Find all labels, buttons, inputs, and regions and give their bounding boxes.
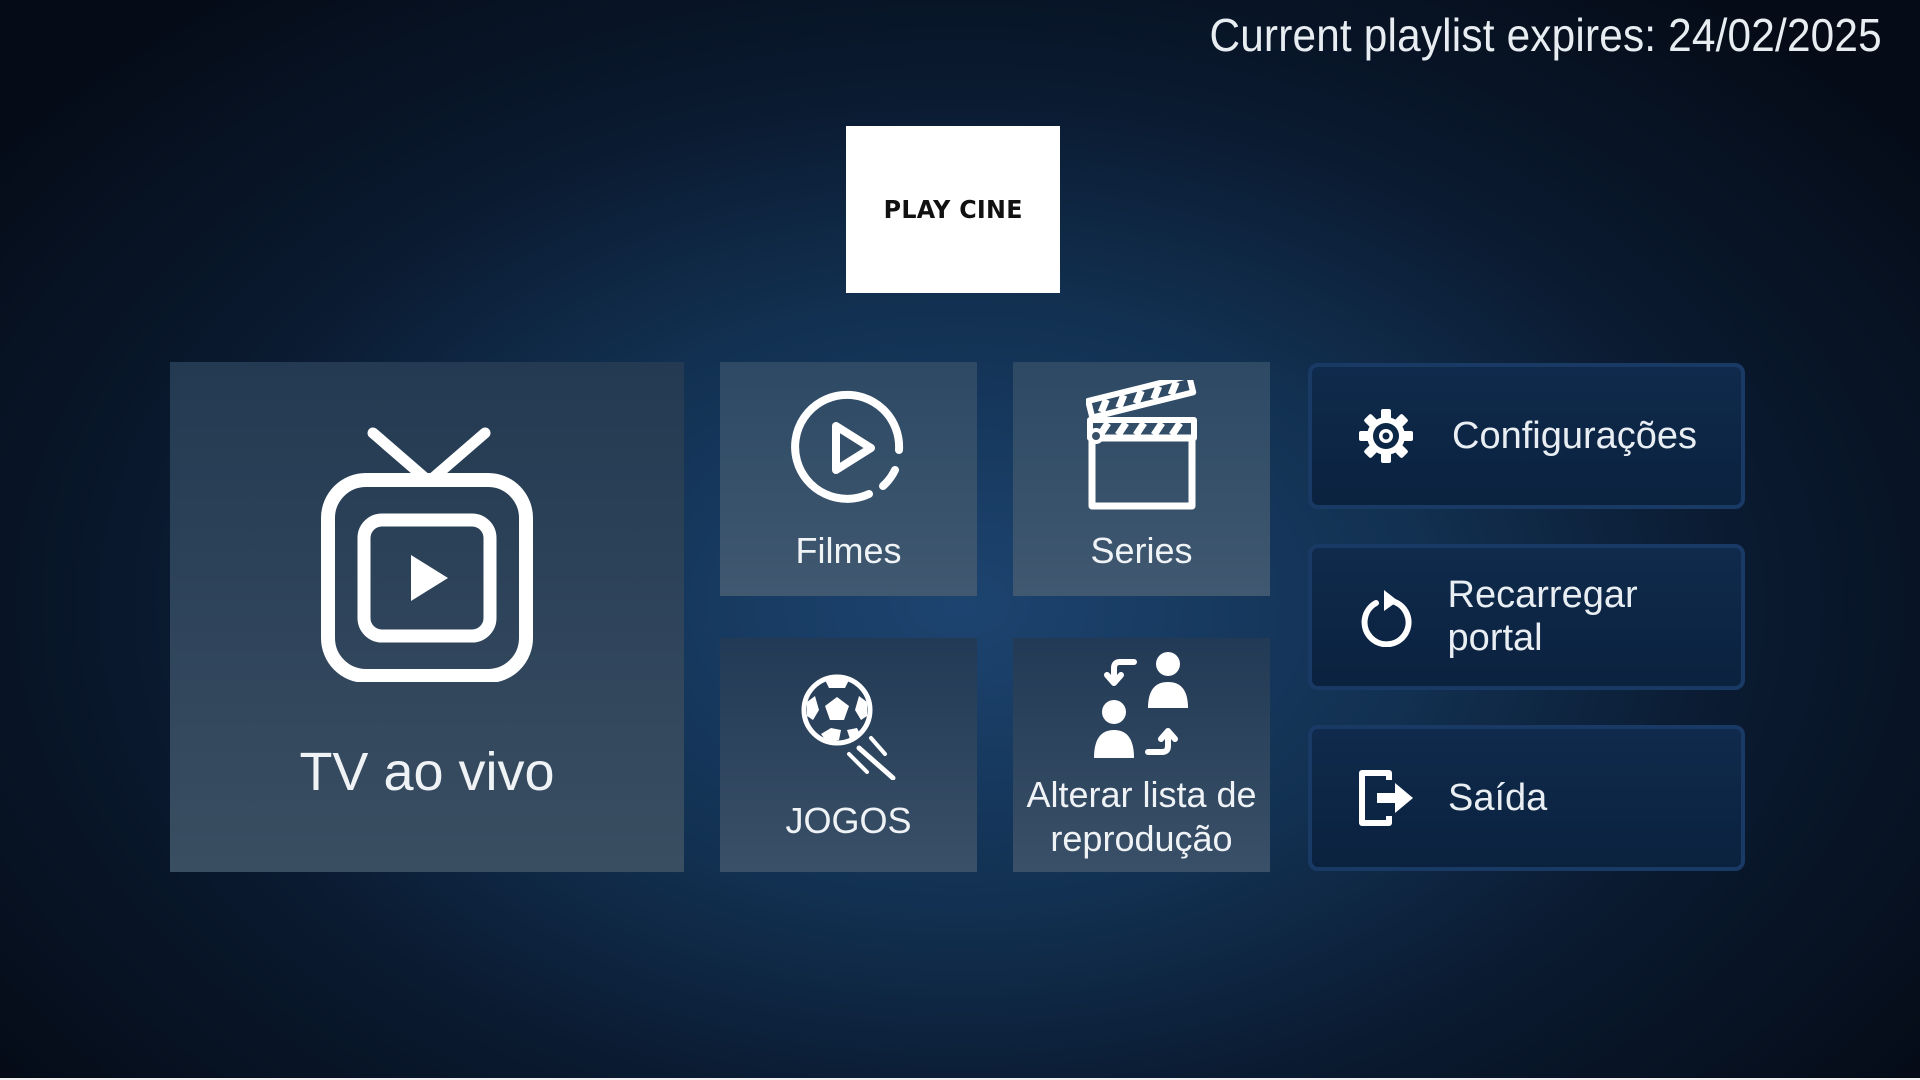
reload-icon <box>1356 587 1416 647</box>
gear-icon <box>1356 406 1416 466</box>
tile-jogos-label: JOGOS <box>785 800 912 841</box>
tile-tv-label: TV ao vivo <box>299 742 555 802</box>
saida-button[interactable]: Saída <box>1308 725 1745 871</box>
tile-alterar-lista[interactable]: Alterar lista de reprodução <box>1013 638 1270 872</box>
tile-jogos[interactable]: JOGOS <box>720 638 977 872</box>
tile-series[interactable]: Series <box>1013 362 1270 596</box>
configuracoes-button[interactable]: Configurações <box>1308 363 1745 509</box>
tile-alterar-lista-label-line2: reprodução <box>1050 817 1233 859</box>
recarregar-portal-button[interactable]: Recarregar portal <box>1308 544 1745 690</box>
tile-alterar-lista-label-line1: Alterar lista de <box>1026 774 1257 815</box>
playlist-expiry-text: Current playlist expires: 24/02/2025 <box>1209 9 1882 61</box>
tv-play-icon <box>320 424 534 687</box>
soccer-ball-icon <box>801 670 897 785</box>
recarregar-portal-label: Recarregar portal <box>1447 574 1638 659</box>
switch-users-icon <box>1090 650 1194 769</box>
tile-series-label: Series <box>1090 530 1193 571</box>
logo-text: PLAY CINE <box>883 195 1023 224</box>
tile-tv-ao-vivo[interactable]: TV ao vivo <box>170 362 684 872</box>
configuracoes-label: Configurações <box>1452 414 1698 457</box>
app-logo: PLAY CINE <box>846 126 1060 293</box>
tile-alterar-lista-label: Alterar lista de reprodução <box>1026 773 1256 861</box>
clapperboard-icon <box>1084 372 1198 517</box>
exit-icon <box>1356 768 1416 828</box>
tile-filmes[interactable]: Filmes <box>720 362 977 596</box>
tile-filmes-label: Filmes <box>795 530 902 571</box>
saida-label: Saída <box>1448 776 1548 819</box>
play-circle-icon <box>790 382 907 519</box>
